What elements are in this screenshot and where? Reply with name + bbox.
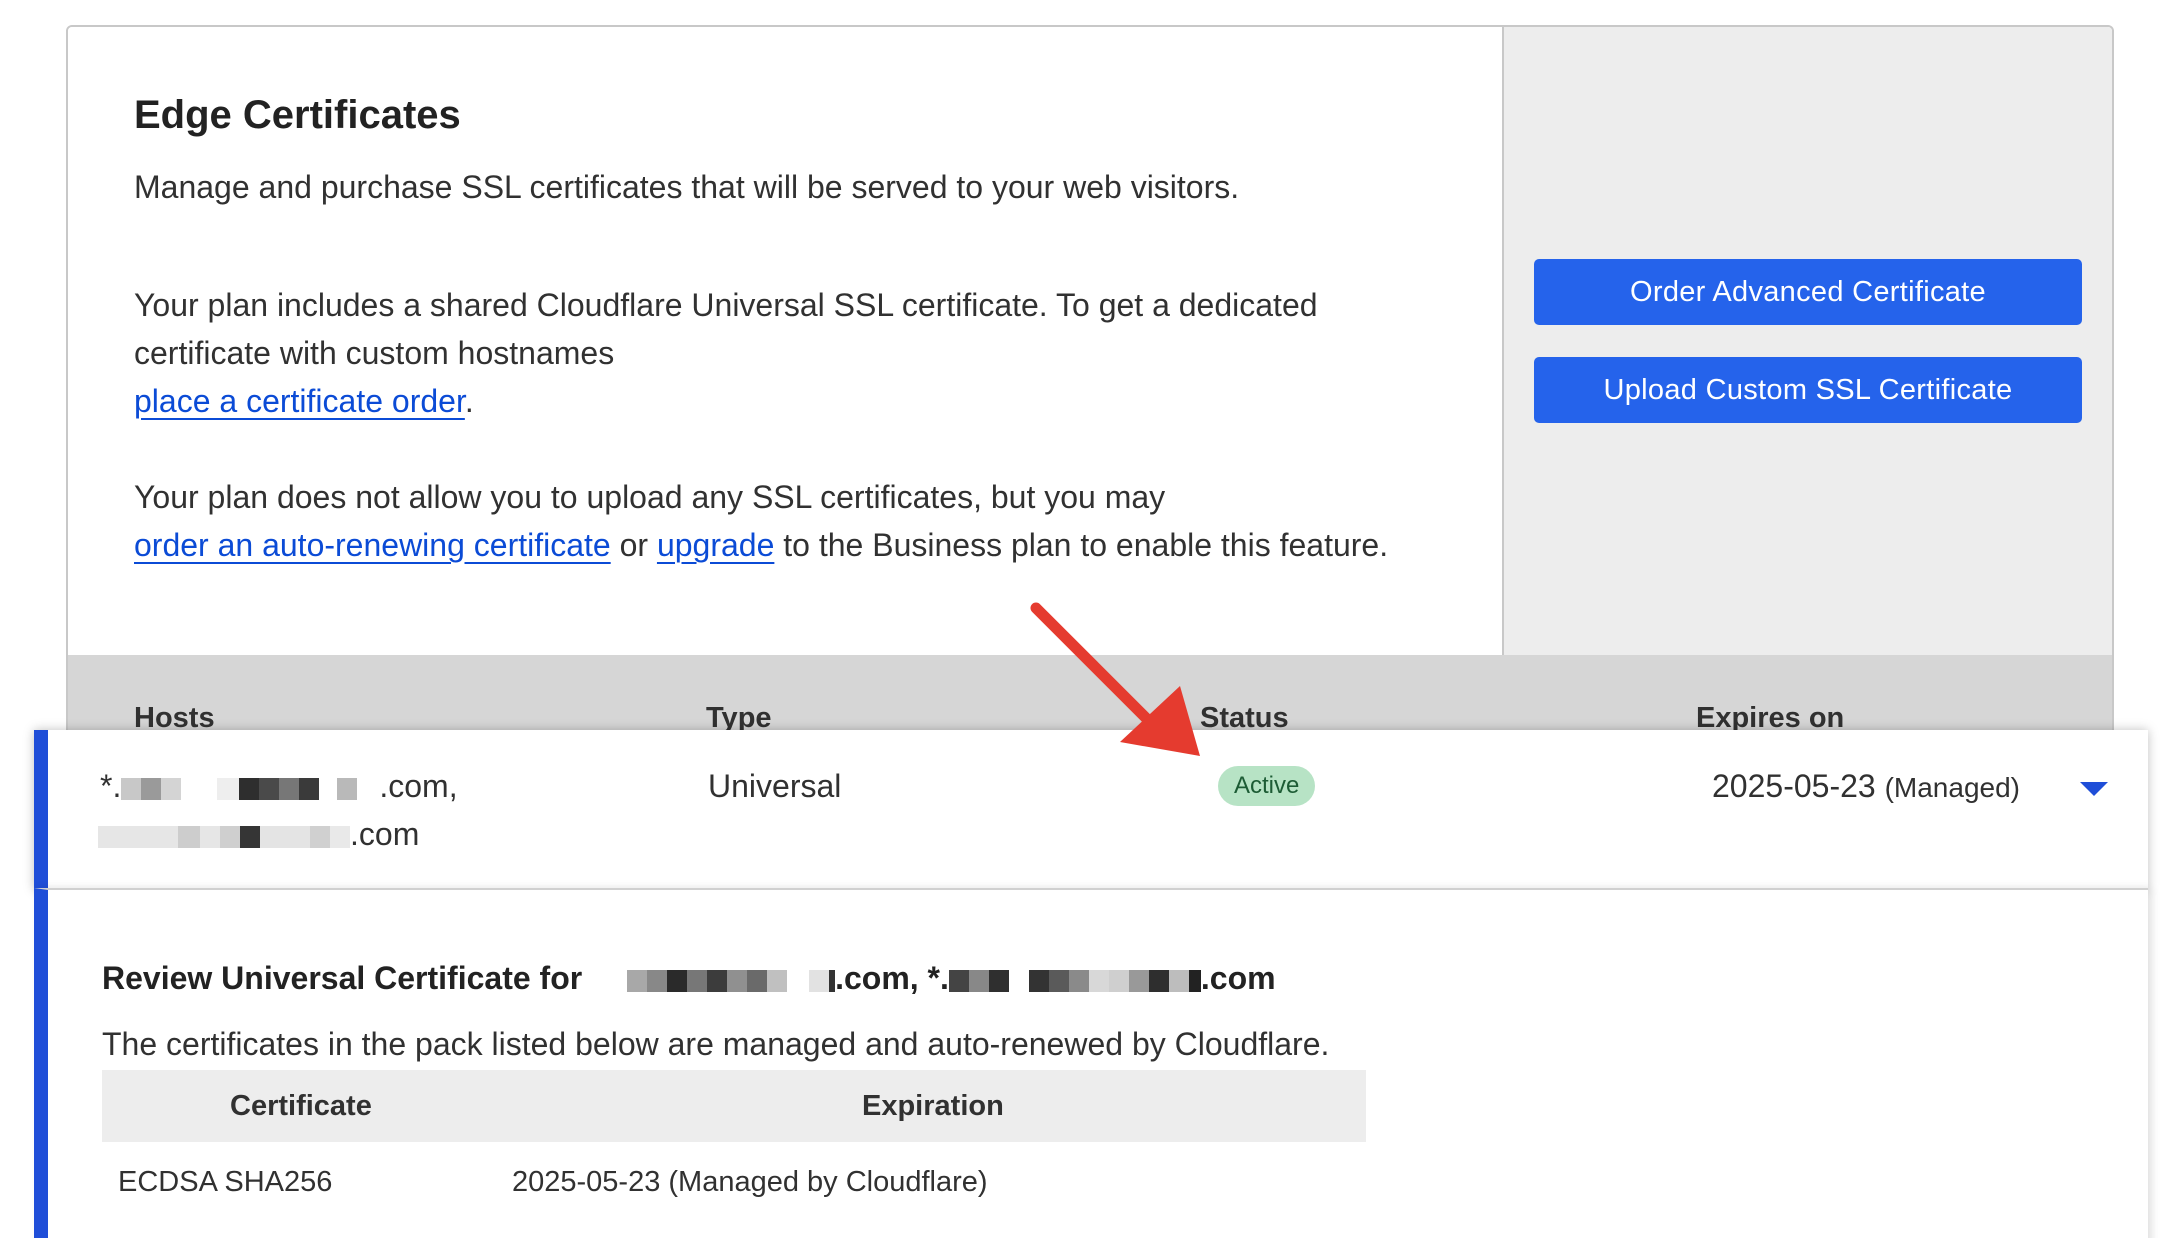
expires-note: (Managed) [1884,772,2020,803]
expires-on: 2025-05-23 (Managed) [1712,768,2020,805]
host-line-1: *. .com, [100,768,458,805]
redacted-domain-1 [607,969,836,992]
status-badge: Active [1218,766,1316,806]
certificate-expiration: 2025-05-23 (Managed by Cloudflare) [512,1166,988,1198]
chevron-down-icon[interactable] [2080,782,2108,796]
column-certificate: Certificate [230,1090,372,1122]
certificate-type: Universal [708,768,842,804]
host-suffix-1: .com, [379,768,458,804]
upload-info-text: Your plan does not allow you to upload a… [134,479,1166,515]
order-advanced-certificate-button[interactable]: Order Advanced Certificate [1534,259,2082,325]
upload-info-paragraph: Your plan does not allow you to upload a… [134,473,1454,569]
redacted-hostname-2 [98,825,350,848]
upgrade-link[interactable]: upgrade [657,527,774,563]
certificate-pack-row: ECDSA SHA256 2025-05-23 (Managed by Clou… [102,1142,1366,1222]
info-pane: Edge Certificates Manage and purchase SS… [68,27,1502,655]
redacted-hostname [121,777,380,800]
period: . [464,383,474,419]
certificate-algorithm: ECDSA SHA256 [118,1166,333,1198]
plan-info-paragraph: Your plan includes a shared Cloudflare U… [134,281,1454,425]
host-suffix-2: .com [350,816,420,852]
review-title-mid: .com, *. [835,960,949,996]
redacted-domain-2 [948,969,1201,992]
upgrade-info-text: to the Business plan to enable this feat… [783,527,1389,563]
plan-info-text: Your plan includes a shared Cloudflare U… [134,287,1318,371]
certificate-details-panel: Review Universal Certificate for .com, *… [34,888,2148,1238]
host-line-2: .com [98,816,419,853]
review-title-prefix: Review Universal Certificate for [102,960,583,996]
page-title: Edge Certificates [134,93,461,137]
review-title: Review Universal Certificate for .com, *… [102,960,1276,997]
review-description: The certificates in the pack listed belo… [102,1026,1330,1062]
order-auto-renewing-link[interactable]: order an auto-renewing certificate [134,527,611,563]
review-title-suffix: .com [1200,960,1276,996]
column-expiration: Expiration [862,1090,1004,1122]
certificate-pack-table: Certificate Expiration ECDSA SHA256 2025… [102,1070,1366,1222]
actions-pane [1502,27,2112,655]
expires-date: 2025-05-23 [1712,768,1876,804]
place-order-link[interactable]: place a certificate order [134,383,465,419]
upload-custom-ssl-button[interactable]: Upload Custom SSL Certificate [1534,357,2082,423]
certificate-pack-header: Certificate Expiration [102,1070,1366,1142]
annotation-arrow-icon [1030,602,1200,756]
host-prefix: *. [100,768,122,804]
or-text: or [619,527,649,563]
page-description: Manage and purchase SSL certificates tha… [134,169,1240,205]
